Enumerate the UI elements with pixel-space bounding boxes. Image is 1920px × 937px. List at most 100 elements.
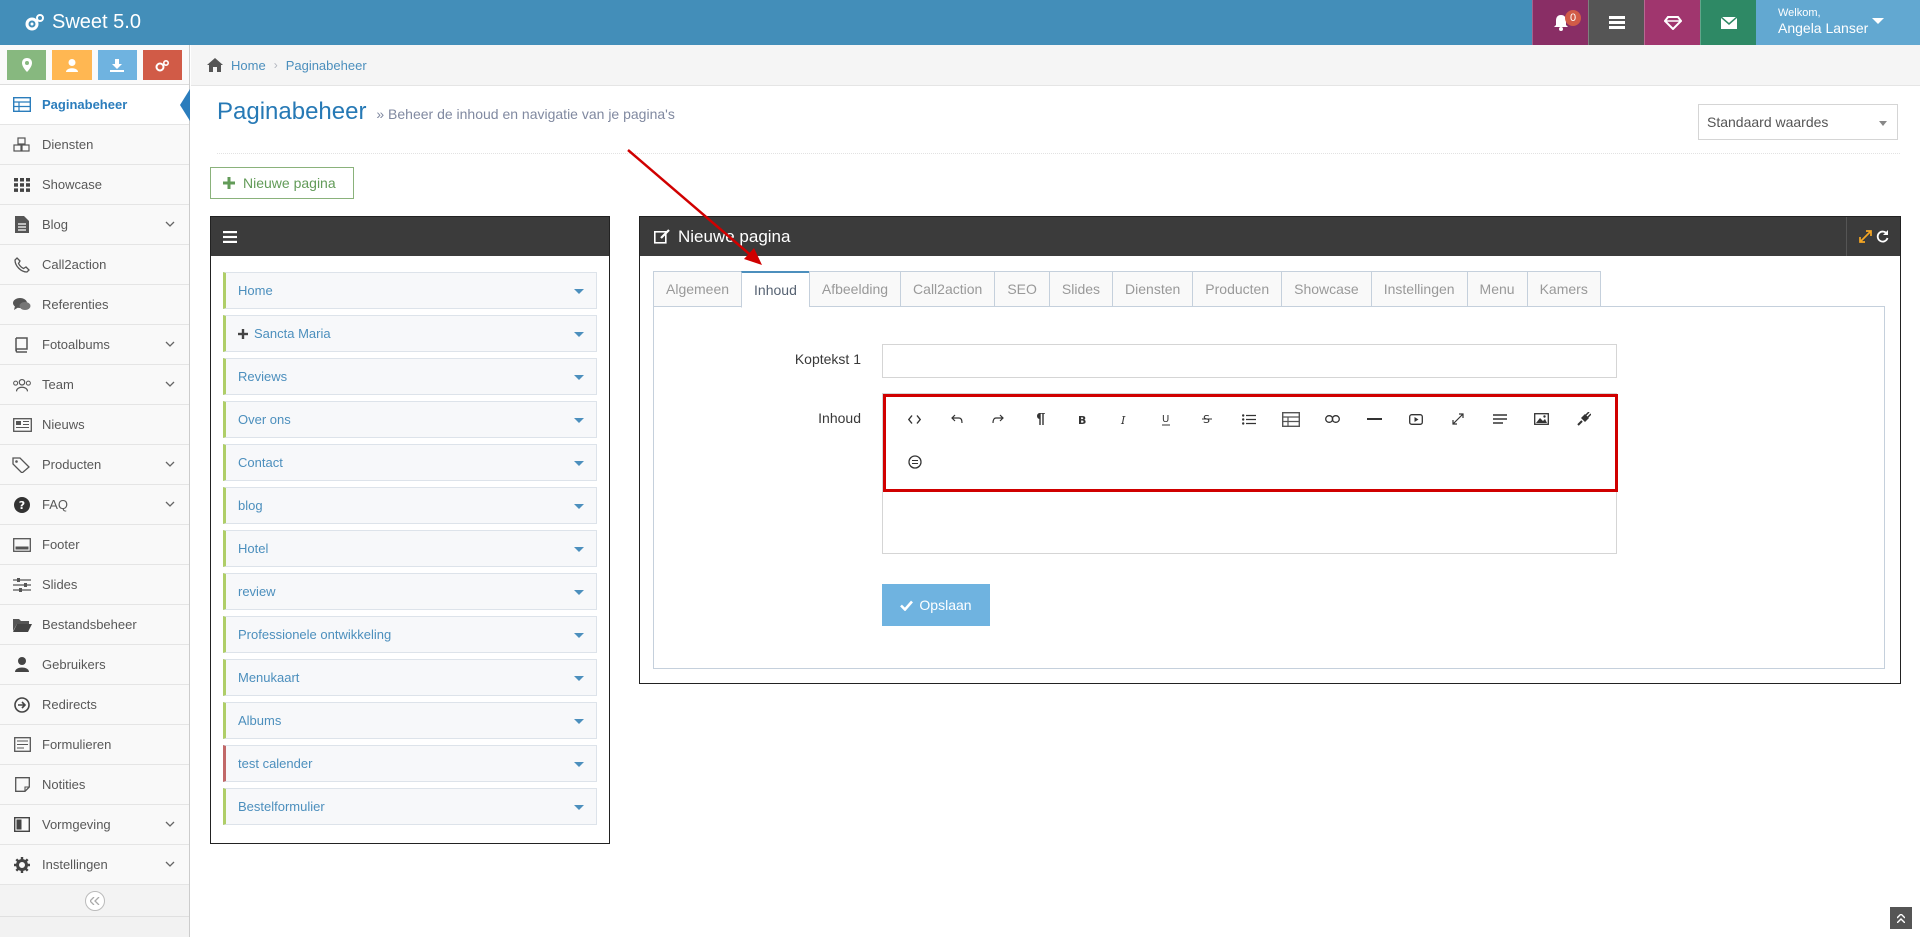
sidebar-item-team[interactable]: Team bbox=[0, 365, 189, 405]
caret-down-icon[interactable] bbox=[574, 504, 584, 509]
strikethrough-icon[interactable]: S bbox=[1187, 404, 1229, 434]
sidebar-item-notities[interactable]: Notities bbox=[0, 765, 189, 805]
page-list-item[interactable]: Professionele ontwikkeling bbox=[223, 616, 597, 653]
caret-down-icon[interactable] bbox=[574, 633, 584, 638]
page-list-item[interactable]: Reviews bbox=[223, 358, 597, 395]
user-icon bbox=[65, 58, 78, 72]
caret-down-icon[interactable] bbox=[574, 332, 584, 337]
plus-icon[interactable] bbox=[238, 328, 248, 339]
align-icon[interactable] bbox=[1479, 404, 1521, 434]
page-list-item[interactable]: Sancta Maria bbox=[223, 315, 597, 352]
caret-down-icon[interactable] bbox=[574, 719, 584, 724]
page-list-item[interactable]: Hotel bbox=[223, 530, 597, 567]
sidebar-item-fotoalbums[interactable]: Fotoalbums bbox=[0, 325, 189, 365]
tab-seo[interactable]: SEO bbox=[994, 271, 1049, 307]
sidebar-item-instellingen[interactable]: Instellingen bbox=[0, 845, 189, 885]
plugin-icon[interactable] bbox=[1563, 404, 1605, 434]
paragraph-icon[interactable] bbox=[1019, 404, 1061, 434]
caret-down-icon[interactable] bbox=[574, 805, 584, 810]
page-list-item[interactable]: Over ons bbox=[223, 401, 597, 438]
page-list-item[interactable]: Albums bbox=[223, 702, 597, 739]
tab-kamers[interactable]: Kamers bbox=[1526, 271, 1601, 307]
sidebar-item-nieuws[interactable]: Nieuws bbox=[0, 405, 189, 445]
tab-producten[interactable]: Producten bbox=[1192, 271, 1282, 307]
sidebar-item-paginabeheer[interactable]: Paginabeheer bbox=[0, 85, 190, 125]
sidebar-item-gebruikers[interactable]: Gebruikers bbox=[0, 645, 189, 685]
tab-diensten[interactable]: Diensten bbox=[1112, 271, 1193, 307]
koptekst-input[interactable] bbox=[882, 344, 1617, 378]
shortcut-user-button[interactable] bbox=[52, 50, 92, 80]
tags-icon bbox=[12, 455, 32, 475]
sidebar-item-producten[interactable]: Producten bbox=[0, 445, 189, 485]
sidebar-item-showcase[interactable]: Showcase bbox=[0, 165, 189, 205]
tab-inhoud[interactable]: Inhoud bbox=[741, 271, 809, 308]
sidebar-item-formulieren[interactable]: Formulieren bbox=[0, 725, 189, 765]
caret-down-icon[interactable] bbox=[574, 547, 584, 552]
shortcut-settings-button[interactable] bbox=[142, 50, 182, 80]
bars-icon[interactable] bbox=[223, 230, 237, 243]
notifications-button[interactable]: 0 bbox=[1532, 0, 1588, 45]
emoji-icon[interactable] bbox=[894, 447, 936, 477]
sidebar-item-vormgeving[interactable]: Vormgeving bbox=[0, 805, 189, 845]
caret-down-icon[interactable] bbox=[574, 375, 584, 380]
page-list-item[interactable]: blog bbox=[223, 487, 597, 524]
undo-icon[interactable] bbox=[936, 404, 978, 434]
scroll-top-button[interactable] bbox=[1890, 907, 1912, 929]
underline-icon[interactable]: U bbox=[1145, 404, 1187, 434]
sidebar-collapse-button[interactable] bbox=[84, 890, 105, 911]
caret-down-icon[interactable] bbox=[574, 590, 584, 595]
sidebar-item-slides[interactable]: Slides bbox=[0, 565, 189, 605]
fullscreen-icon[interactable] bbox=[1437, 404, 1479, 434]
tab-instellingen[interactable]: Instellingen bbox=[1370, 271, 1467, 307]
sidebar-item-redirects[interactable]: Redirects bbox=[0, 685, 189, 725]
rich-text-editor[interactable]: BIUS bbox=[882, 393, 1618, 554]
list-icon[interactable] bbox=[1228, 404, 1270, 434]
link-icon[interactable] bbox=[1312, 404, 1354, 434]
tab-showcase[interactable]: Showcase bbox=[1281, 271, 1371, 307]
sidebar-item-blog[interactable]: Blog bbox=[0, 205, 189, 245]
bold-icon[interactable]: B bbox=[1061, 404, 1103, 434]
tab-afbeelding[interactable]: Afbeelding bbox=[808, 271, 901, 307]
horizontal-rule-icon[interactable] bbox=[1354, 404, 1396, 434]
page-list-item[interactable]: Contact bbox=[223, 444, 597, 481]
italic-icon[interactable]: I bbox=[1103, 404, 1145, 434]
messages-button[interactable] bbox=[1700, 0, 1756, 45]
tab-call2action[interactable]: Call2action bbox=[900, 271, 995, 307]
shortcut-map-button[interactable] bbox=[7, 50, 47, 80]
page-list-item[interactable]: Home bbox=[223, 272, 597, 309]
sidebar-item-referenties[interactable]: Referenties bbox=[0, 285, 189, 325]
tab-slides[interactable]: Slides bbox=[1048, 271, 1113, 307]
page-list-item[interactable]: Bestelformulier bbox=[223, 788, 597, 825]
sidebar-item-diensten[interactable]: Diensten bbox=[0, 125, 189, 165]
expand-icon[interactable] bbox=[1858, 230, 1872, 243]
sidebar-item-bestandsbeheer[interactable]: Bestandsbeheer bbox=[0, 605, 189, 645]
breadcrumb-home-link[interactable]: Home bbox=[231, 58, 266, 73]
code-icon[interactable] bbox=[894, 404, 936, 434]
premium-button[interactable] bbox=[1644, 0, 1700, 45]
caret-down-icon[interactable] bbox=[574, 418, 584, 423]
image-icon[interactable] bbox=[1521, 404, 1563, 434]
video-icon[interactable] bbox=[1396, 404, 1438, 434]
sidebar-item-footer[interactable]: Footer bbox=[0, 525, 189, 565]
page-list-item[interactable]: test calender bbox=[223, 745, 597, 782]
page-list-item[interactable]: review bbox=[223, 573, 597, 610]
page-list-item[interactable]: Menukaart bbox=[223, 659, 597, 696]
defaults-select[interactable]: Standaard waardes bbox=[1698, 104, 1898, 140]
user-menu[interactable]: Welkom, Angela Lanser bbox=[1756, 0, 1920, 45]
tasks-button[interactable] bbox=[1588, 0, 1644, 45]
caret-down-icon[interactable] bbox=[574, 762, 584, 767]
shortcut-download-button[interactable] bbox=[97, 50, 137, 80]
sidebar-item-faq[interactable]: ? FAQ bbox=[0, 485, 189, 525]
caret-down-icon[interactable] bbox=[574, 289, 584, 294]
caret-down-icon[interactable] bbox=[574, 676, 584, 681]
refresh-icon[interactable] bbox=[1876, 230, 1889, 243]
table-icon[interactable] bbox=[1270, 404, 1312, 434]
new-page-button[interactable]: Nieuwe pagina bbox=[210, 167, 354, 199]
brand[interactable]: Sweet 5.0 bbox=[24, 0, 141, 45]
tab-algemeen[interactable]: Algemeen bbox=[653, 271, 742, 307]
redo-icon[interactable] bbox=[978, 404, 1020, 434]
caret-down-icon[interactable] bbox=[574, 461, 584, 466]
sidebar-item-call2action[interactable]: Call2action bbox=[0, 245, 189, 285]
save-button[interactable]: Opslaan bbox=[882, 584, 990, 626]
tab-menu[interactable]: Menu bbox=[1466, 271, 1527, 307]
